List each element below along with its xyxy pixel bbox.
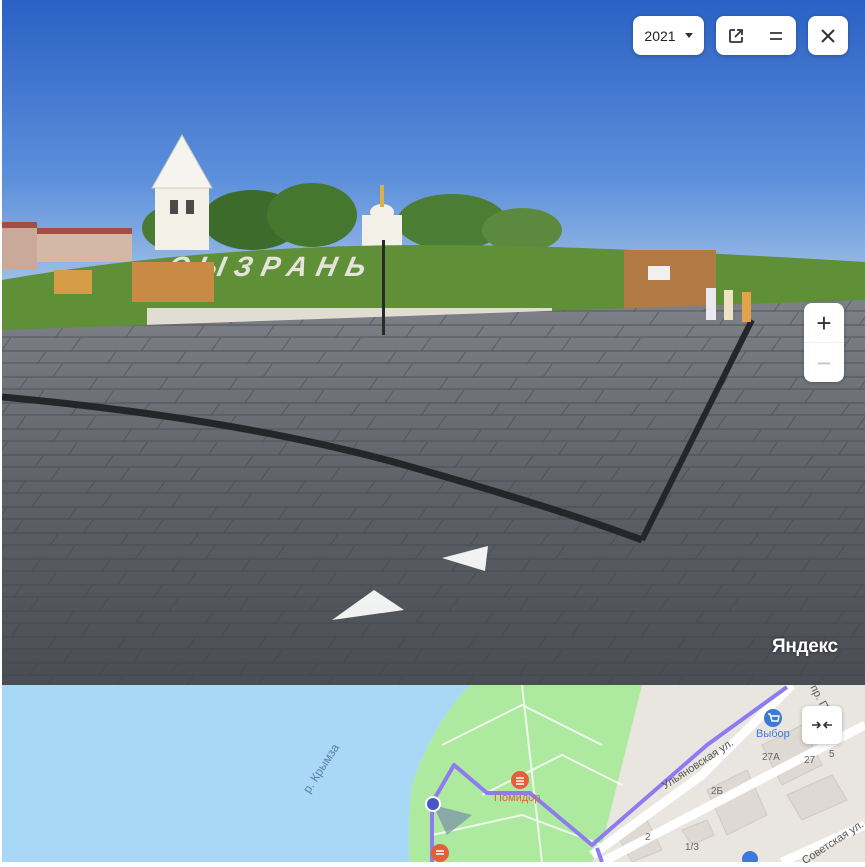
zoom-out-button[interactable]: − xyxy=(804,343,844,382)
lamp-post xyxy=(382,240,385,335)
zoom-controls: + − xyxy=(804,303,844,382)
poi-food-marker[interactable] xyxy=(431,844,449,862)
collapse-arrows-icon xyxy=(812,721,832,729)
poi-vybor-label[interactable]: Выбор xyxy=(756,728,790,740)
panorama-scene[interactable]: СЫЗРАНЬ xyxy=(2,0,865,685)
poi-pomidor-label[interactable]: Помидор xyxy=(494,792,540,804)
external-link-icon xyxy=(729,28,743,43)
close-icon xyxy=(821,28,835,43)
collapse-map-button[interactable] xyxy=(802,706,842,744)
river-water xyxy=(2,685,470,862)
building-number: 5 xyxy=(829,749,835,760)
zoom-in-button[interactable]: + xyxy=(804,303,844,343)
close-button[interactable] xyxy=(808,16,848,55)
chevron-down-icon xyxy=(684,33,693,38)
building-number: 27А xyxy=(762,752,780,763)
building-number: 2 xyxy=(645,832,651,843)
poi-vybor-marker[interactable] xyxy=(764,709,782,727)
menu-button[interactable] xyxy=(756,16,796,55)
year-selector[interactable]: 2021 xyxy=(633,16,704,55)
mini-map[interactable] xyxy=(2,685,865,862)
street-panorama[interactable]: СЫЗРАНЬ 2021 + − Яндекс xyxy=(2,0,865,685)
poi-shop-marker[interactable] xyxy=(742,851,758,862)
building-number: 2Б xyxy=(711,786,724,797)
yandex-logo: Яндекс xyxy=(772,636,838,657)
open-external-button[interactable] xyxy=(716,16,756,55)
year-value: 2021 xyxy=(644,27,676,44)
building-number: 1/3 xyxy=(685,842,699,853)
pedestrians xyxy=(706,288,751,322)
poi-pomidor-marker[interactable] xyxy=(511,771,529,789)
panorama-toolbar xyxy=(716,16,796,55)
building-number: 27 xyxy=(804,755,816,766)
equals-icon xyxy=(770,31,782,40)
kiosk xyxy=(54,270,92,294)
kiosk xyxy=(132,262,214,302)
